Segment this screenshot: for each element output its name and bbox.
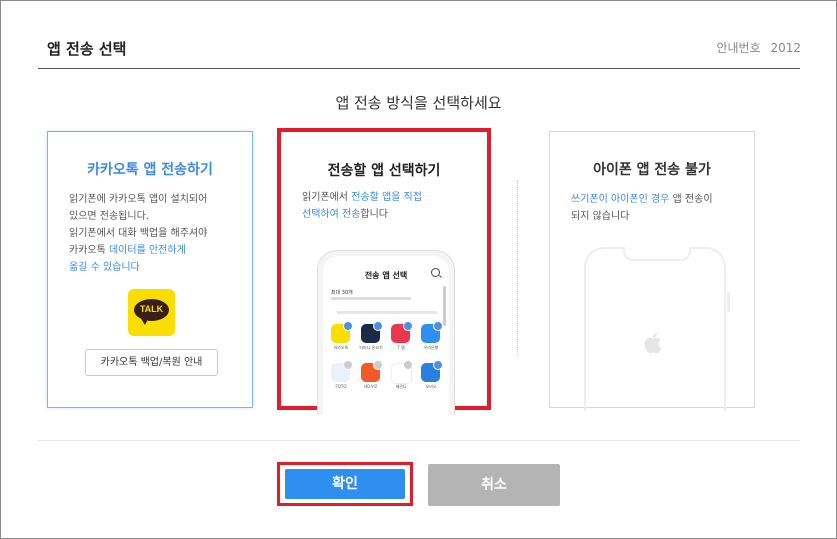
iphone-desc-line: 되지 않습니다 [571,211,630,222]
app-label: 배민G [395,384,407,389]
app-label: 우리은행 [423,345,439,350]
notice-info: 안내번호 2012 [710,39,801,56]
select-apps-card[interactable]: 전송할 앱 선택하기 읽기폰에서 전송할 앱을 직접 선택하여 전송합니다 전송… [277,128,491,415]
select-desc-highlight: 선택하여 전송 [302,209,361,220]
footer-divider [38,440,800,441]
select-card-title: 전송할 앱 선택하기 [327,163,441,179]
app-label: HD우로 [364,384,378,389]
dialog-title: 앱 전송 선택 [47,40,127,58]
notice-number: 2012 [770,41,801,55]
check-icon [373,321,383,331]
phone-app-item: FOTO [329,360,353,389]
select-desc-line: 읽기폰에서 전송할 앱을 직접 [302,189,472,206]
iphone-side-button [727,292,730,312]
select-desc-line: 선택하여 전송합니다 [302,206,472,223]
phone-app-item: 우리은행 [419,321,443,350]
iphone-desc-highlight: 쓰기폰이 아이폰인 경우 [571,194,670,205]
check-icon [343,321,353,331]
phone-app-item: T 맵 [389,321,413,350]
app-label: 오비오 [425,384,437,389]
iphone-card-title: 아이폰 앱 전송 불가 [593,162,711,178]
kakao-backup-guide-button[interactable]: 카카오톡 백업/복원 안내 [85,349,218,376]
check-icon [433,321,443,331]
apple-icon [644,333,662,354]
search-icon [431,268,440,277]
instruction-text: 앱 전송 방식을 선택하세요 [335,94,502,112]
kakaotalk-logo-icon: TALK [128,289,175,336]
kakao-transfer-card[interactable]: 카카오톡 앱 전송하기 읽기폰에 카카오톡 앱이 설치되어 있으면 전송됩니다.… [47,131,253,408]
iphone-unavailable-card: 아이폰 앱 전송 불가 쓰기폰이 아이폰인 경우 앱 전송이 되지 않습니다 [549,131,755,411]
phone-app-item: HD우로 [359,360,383,389]
kakao-desc-line: 있으면 전송됩니다. [69,211,149,222]
check-icon [433,360,443,370]
app-label: 카카오톡 [333,345,349,350]
phone-app-item: 배민G [389,360,413,389]
phone-preview-screen: 전송 앱 선택 최대 30개 카카오톡 티머니 온코치 T 맵 우리은행 FOTO HD우… [323,256,449,415]
phone-preview: 전송 앱 선택 최대 30개 카카오톡 티머니 온코치 T 맵 우리은행 FOTO HD우… [317,250,455,415]
select-desc-text: 합니다 [360,209,388,220]
phone-preview-subtitle: 최대 30개 [331,290,353,296]
select-card-description: 읽기폰에서 전송할 앱을 직접 선택하여 전송합니다 [302,189,472,223]
confirm-button[interactable]: 확인 [285,469,405,499]
check-icon [403,321,413,331]
app-label: 티머니 온코치 [359,345,383,350]
iphone-outline [584,247,730,411]
check-icon [403,360,413,370]
select-desc-text: 읽기폰에서 [302,192,352,203]
cancel-button[interactable]: 취소 [428,464,560,506]
phone-preview-placeholder [331,297,411,300]
confirm-button-highlight: 확인 [277,462,413,506]
iphone-notch [623,247,691,261]
check-icon [343,360,353,370]
iphone-desc-line: 쓰기폰이 아이폰인 경우 앱 전송이 [571,191,741,208]
phone-app-item: 티머니 온코치 [359,321,383,350]
header-divider [38,68,800,69]
kakao-desc-highlight: 데이터를 안전하게 [108,245,186,256]
app-label: T 맵 [397,345,405,350]
phone-preview-placeholder [337,311,437,314]
phone-app-item: 카카오톡 [329,321,353,350]
kakao-desc-line: 읽기폰에 카카오톡 앱이 설치되어 [69,194,208,205]
phone-app-item: 오비오 [419,360,443,389]
kakao-desc-line: 카카오톡 데이터를 안전하게 [69,242,239,259]
check-icon [373,360,383,370]
app-label: FOTO [335,384,347,389]
iphone-card-description: 쓰기폰이 아이폰인 경우 앱 전송이 되지 않습니다 [571,191,741,225]
phone-preview-scrollbar [443,286,446,326]
iphone-desc-text: 앱 전송이 [669,194,713,205]
kakao-card-title: 카카오톡 앱 전송하기 [87,162,213,178]
kakaotalk-logo-text: TALK [139,304,164,314]
card-divider [517,180,518,356]
kakao-desc-highlight: 옮길 수 있습니다 [69,262,140,273]
select-desc-highlight: 전송할 앱을 직접 [351,192,422,203]
notice-label: 안내번호 [716,41,761,55]
kakao-card-description: 읽기폰에 카카오톡 앱이 설치되어 있으면 전송됩니다. 읽기폰에서 대화 백업… [69,191,239,276]
kakao-desc-line: 읽기폰에서 대화 백업을 해주셔야 [69,228,208,239]
kakao-desc-text: 카카오톡 [69,245,109,256]
